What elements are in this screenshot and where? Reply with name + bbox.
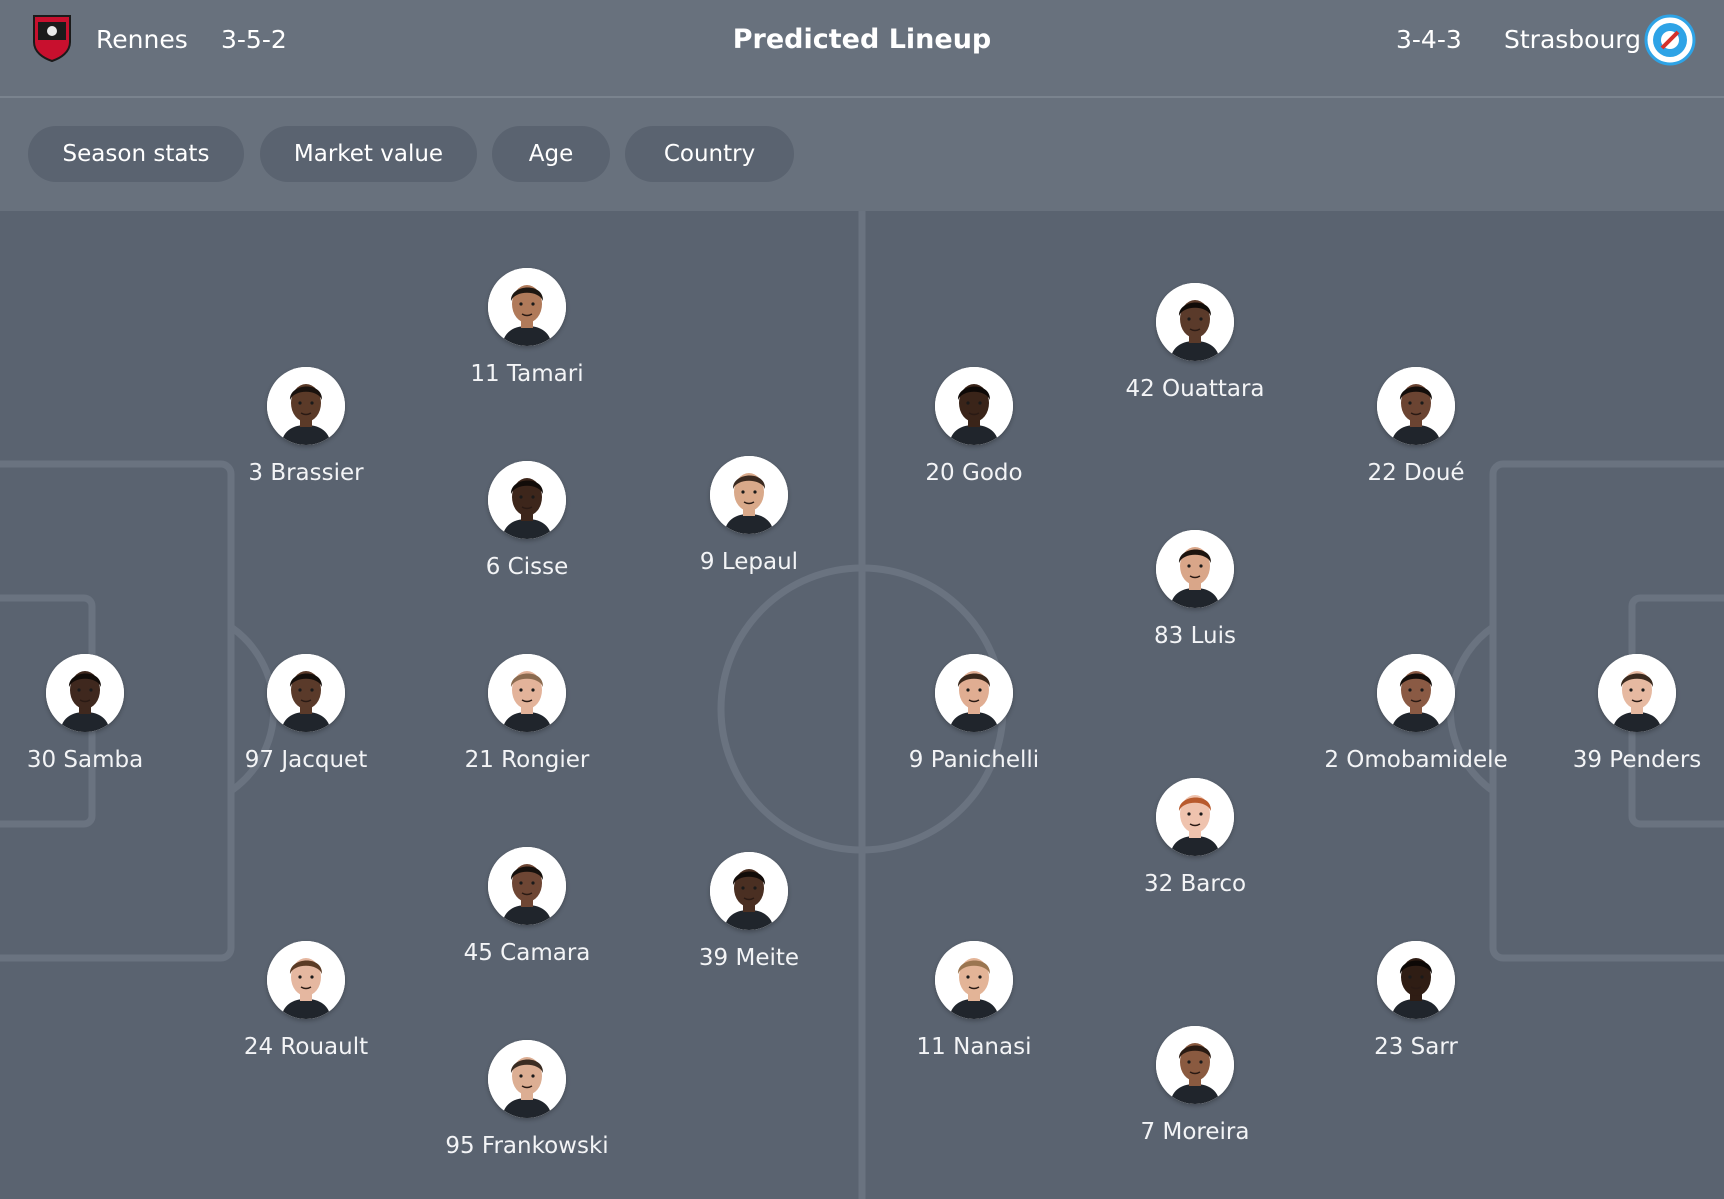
strasbourg-crest-icon xyxy=(1644,14,1696,66)
player-label: 7 Moreira xyxy=(1140,1119,1250,1145)
player-photo xyxy=(488,1040,566,1118)
away-player[interactable]: 39 Penders xyxy=(1512,654,1724,774)
age-filter-button[interactable]: Age xyxy=(492,126,610,182)
player-photo xyxy=(1156,283,1234,361)
player-label: 20 Godo xyxy=(925,460,1023,486)
away-player[interactable]: 42 Ouattara xyxy=(1070,283,1320,403)
home-player[interactable]: 3 Brassier xyxy=(181,367,431,487)
country-filter-button[interactable]: Country xyxy=(625,126,794,182)
player-photo xyxy=(267,367,345,445)
pitch: 11 Tamari 3 Brassier 6 Cisse 9 Lepaul 30… xyxy=(0,211,1724,1199)
player-label: 83 Luis xyxy=(1154,623,1236,649)
player-photo xyxy=(1156,530,1234,608)
player-photo xyxy=(267,941,345,1019)
lineup-header: Rennes 3-5-2 Predicted Lineup 3-4-3 Stra… xyxy=(0,0,1724,98)
away-player[interactable]: 11 Nanasi xyxy=(849,941,1099,1061)
away-player[interactable]: 83 Luis xyxy=(1070,530,1320,650)
player-photo xyxy=(935,941,1013,1019)
player-label: 32 Barco xyxy=(1143,871,1247,897)
home-player[interactable]: 95 Frankowski xyxy=(402,1040,652,1160)
player-photo xyxy=(935,654,1013,732)
market-value-filter-button[interactable]: Market value xyxy=(260,126,477,182)
player-photo xyxy=(488,268,566,346)
player-photo xyxy=(1156,1026,1234,1104)
player-label: 24 Rouault xyxy=(243,1034,369,1060)
player-label: 23 Sarr xyxy=(1374,1034,1458,1060)
home-player[interactable]: 24 Rouault xyxy=(181,941,431,1061)
player-label: 9 Panichelli xyxy=(908,747,1040,773)
player-photo xyxy=(1377,367,1455,445)
player-photo xyxy=(46,654,124,732)
player-photo xyxy=(488,461,566,539)
player-label: 95 Frankowski xyxy=(445,1133,609,1159)
player-photo xyxy=(1156,778,1234,856)
player-label: 39 Penders xyxy=(1572,747,1702,773)
player-label: 2 Omobamidele xyxy=(1324,747,1508,773)
player-photo xyxy=(710,852,788,930)
player-label: 3 Brassier xyxy=(248,460,364,486)
player-photo xyxy=(1377,654,1455,732)
away-player[interactable]: 22 Doué xyxy=(1291,367,1541,487)
player-label: 11 Tamari xyxy=(470,361,584,387)
away-player[interactable]: 7 Moreira xyxy=(1070,1026,1320,1146)
player-photo xyxy=(710,456,788,534)
season-stats-filter-button[interactable]: Season stats xyxy=(28,126,244,182)
home-player[interactable]: 39 Meite xyxy=(624,852,874,972)
player-photo xyxy=(1598,654,1676,732)
home-player[interactable]: 45 Camara xyxy=(402,847,652,967)
home-player[interactable]: 97 Jacquet xyxy=(181,654,431,774)
filter-bar: Season stats Market value Age Country xyxy=(0,98,1724,211)
away-player[interactable]: 20 Godo xyxy=(849,367,1099,487)
away-player[interactable]: 23 Sarr xyxy=(1291,941,1541,1061)
player-photo xyxy=(1377,941,1455,1019)
page-title: Predicted Lineup xyxy=(732,24,992,55)
player-label: 42 Ouattara xyxy=(1125,376,1265,402)
away-team-name: Strasbourg xyxy=(1504,25,1642,54)
player-photo xyxy=(488,847,566,925)
away-formation: 3-4-3 xyxy=(1396,25,1462,54)
player-label: 21 Rongier xyxy=(464,747,590,773)
away-player[interactable]: 9 Panichelli xyxy=(849,654,1099,774)
home-player[interactable]: 9 Lepaul xyxy=(624,456,874,576)
home-player[interactable]: 6 Cisse xyxy=(402,461,652,581)
home-player[interactable]: 30 Samba xyxy=(0,654,210,774)
home-player[interactable]: 11 Tamari xyxy=(402,268,652,388)
away-player[interactable]: 32 Barco xyxy=(1070,778,1320,898)
player-label: 97 Jacquet xyxy=(244,747,368,773)
player-label: 6 Cisse xyxy=(485,554,569,580)
player-label: 9 Lepaul xyxy=(699,549,799,575)
player-photo xyxy=(488,654,566,732)
player-label: 45 Camara xyxy=(463,940,591,966)
home-player[interactable]: 21 Rongier xyxy=(402,654,652,774)
player-label: 39 Meite xyxy=(698,945,800,971)
player-photo xyxy=(267,654,345,732)
player-photo xyxy=(935,367,1013,445)
away-player[interactable]: 2 Omobamidele xyxy=(1291,654,1541,774)
player-label: 11 Nanasi xyxy=(916,1034,1032,1060)
player-label: 30 Samba xyxy=(26,747,144,773)
player-label: 22 Doué xyxy=(1367,460,1465,486)
